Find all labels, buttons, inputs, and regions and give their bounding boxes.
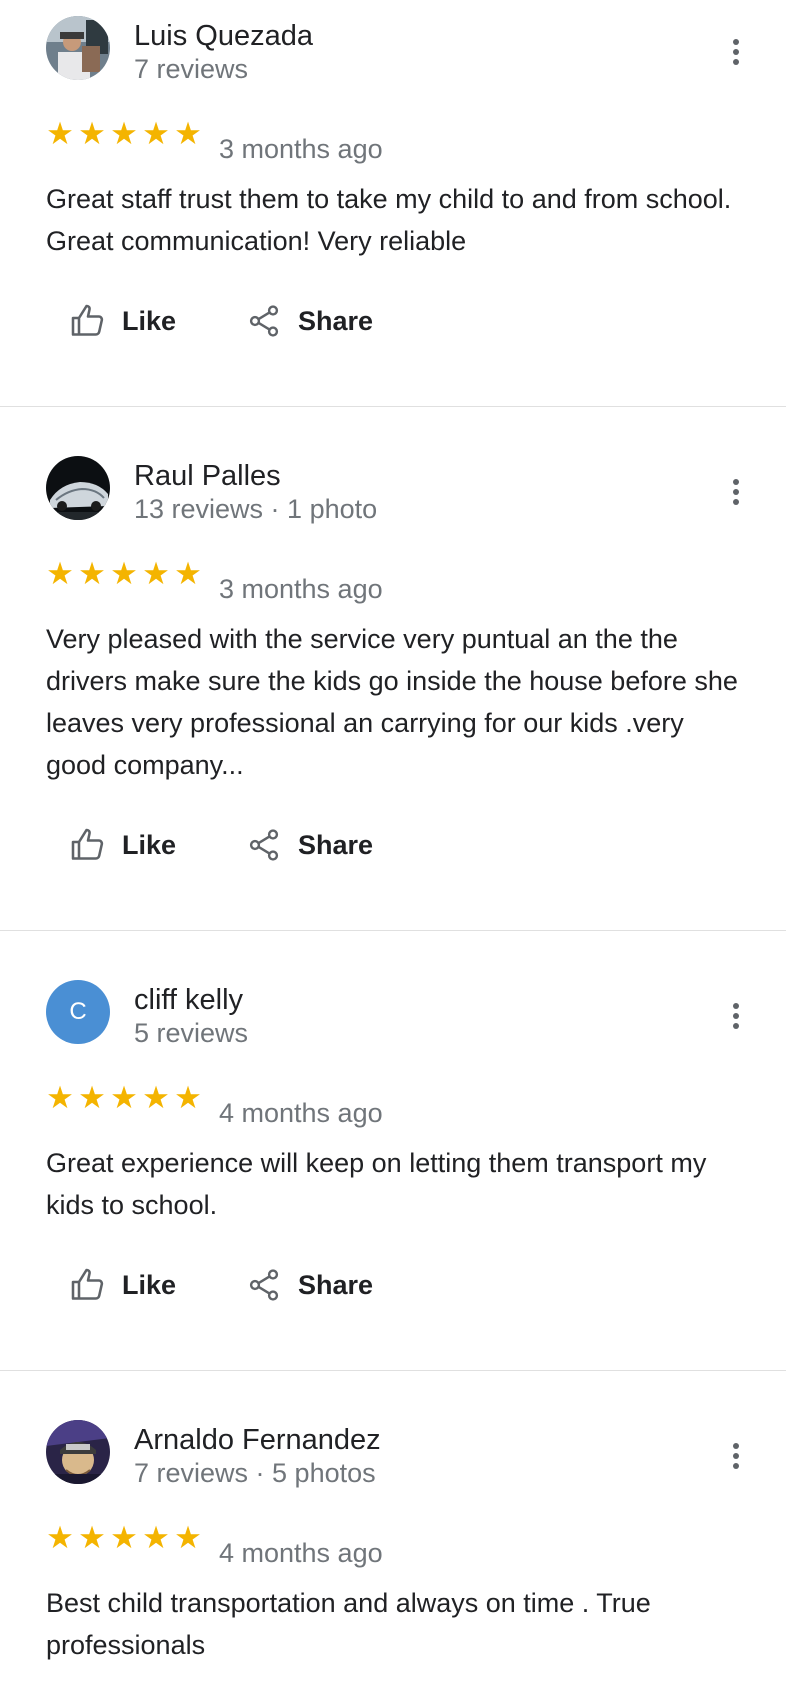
star-icon: ★ <box>46 1520 74 1556</box>
like-label: Like <box>122 306 177 336</box>
more-options-button[interactable] <box>716 1436 756 1476</box>
reviewer-name[interactable]: cliff kelly <box>134 982 243 1018</box>
star-icon: ★ <box>78 556 106 592</box>
reviewer-name[interactable]: Raul Palles <box>134 458 281 494</box>
more-options-button[interactable] <box>716 996 756 1036</box>
review-text: Best child transportation and always on … <box>46 1588 651 1660</box>
reviewer-name[interactable]: Luis Quezada <box>134 18 313 54</box>
star-icon: ★ <box>142 556 170 592</box>
like-button[interactable]: Like <box>70 1265 180 1309</box>
like-button[interactable]: Like <box>70 301 180 345</box>
star-icon: ★ <box>46 1080 74 1116</box>
star-icon: ★ <box>142 116 170 152</box>
star-icon: ★ <box>78 116 106 152</box>
like-label: Like <box>122 1270 177 1300</box>
review-card: C cliff kelly 5 reviews ★ ★ ★ ★ ★ 4 months a… <box>0 980 786 1320</box>
share-button[interactable]: Share <box>246 1265 376 1309</box>
share-icon <box>249 305 279 337</box>
share-button[interactable]: Share <box>246 301 376 345</box>
review-date: 4 months ago <box>219 1538 383 1568</box>
review-date: 3 months ago <box>219 134 383 164</box>
star-icon: ★ <box>78 1520 106 1556</box>
review-text: Great experience will keep on letting th… <box>46 1148 707 1220</box>
star-icon: ★ <box>110 1080 138 1116</box>
star-rating: ★ ★ ★ ★ ★ <box>44 558 204 590</box>
thumbs-up-icon <box>71 1268 104 1300</box>
star-rating: ★ ★ ★ ★ ★ <box>44 1082 204 1114</box>
review-text: Great staff trust them to take my child … <box>46 184 732 256</box>
reviewer-stats: 7 reviews · 5 photos <box>134 1458 376 1488</box>
star-icon: ★ <box>142 1080 170 1116</box>
reviewer-avatar[interactable]: C <box>46 980 110 1044</box>
star-icon: ★ <box>174 1080 202 1116</box>
more-options-button[interactable] <box>716 32 756 72</box>
review-date: 4 months ago <box>219 1098 383 1128</box>
review-card: Arnaldo Fernandez 7 reviews · 5 photos ★… <box>0 1420 786 1684</box>
share-label: Share <box>298 830 374 860</box>
avatar-letter: C <box>69 998 87 1025</box>
more-options-button[interactable] <box>716 472 756 512</box>
share-label: Share <box>298 306 374 336</box>
reviewer-stats: 13 reviews · 1 photo <box>134 494 378 524</box>
star-rating: ★ ★ ★ ★ ★ <box>44 118 204 150</box>
reviewer-avatar[interactable] <box>46 16 110 80</box>
review-text: Very pleased with the service very puntu… <box>46 624 738 780</box>
reviewer-stats: 7 reviews <box>134 54 249 84</box>
review-divider <box>0 930 786 931</box>
reviews-list: Luis Quezada 7 reviews ★ ★ ★ ★ ★ 3 months ag… <box>0 0 786 1684</box>
review-card: Luis Quezada 7 reviews ★ ★ ★ ★ ★ 3 months ag… <box>0 16 786 356</box>
avatar-photo <box>46 1420 110 1484</box>
star-icon: ★ <box>174 116 202 152</box>
star-icon: ★ <box>110 556 138 592</box>
reviewer-name[interactable]: Arnaldo Fernandez <box>134 1422 381 1458</box>
star-rating: ★ ★ ★ ★ ★ <box>44 1522 204 1554</box>
star-icon: ★ <box>46 116 74 152</box>
review-divider <box>0 1370 786 1371</box>
star-icon: ★ <box>46 556 74 592</box>
thumbs-up-icon <box>71 304 104 336</box>
thumbs-up-icon <box>71 828 104 860</box>
review-card: Raul Palles 13 reviews · 1 photo ★ ★ ★ ★ ★ 3… <box>0 456 786 876</box>
avatar-photo <box>46 16 110 80</box>
like-label: Like <box>122 830 177 860</box>
star-icon: ★ <box>110 116 138 152</box>
star-icon: ★ <box>78 1080 106 1116</box>
star-icon: ★ <box>174 556 202 592</box>
share-button[interactable]: Share <box>246 825 376 869</box>
star-icon: ★ <box>142 1520 170 1556</box>
share-icon <box>249 829 279 861</box>
review-divider <box>0 406 786 407</box>
avatar-photo <box>46 456 110 520</box>
like-button[interactable]: Like <box>70 825 180 869</box>
reviewer-avatar[interactable] <box>46 456 110 520</box>
reviewer-avatar[interactable] <box>46 1420 110 1484</box>
star-icon: ★ <box>110 1520 138 1556</box>
review-date: 3 months ago <box>219 574 383 604</box>
star-icon: ★ <box>174 1520 202 1556</box>
share-icon <box>249 1269 279 1301</box>
page: Luis Quezada 7 reviews ★ ★ ★ ★ ★ 3 months ag… <box>0 0 786 1684</box>
reviewer-stats: 5 reviews <box>134 1018 249 1048</box>
share-label: Share <box>298 1270 374 1300</box>
